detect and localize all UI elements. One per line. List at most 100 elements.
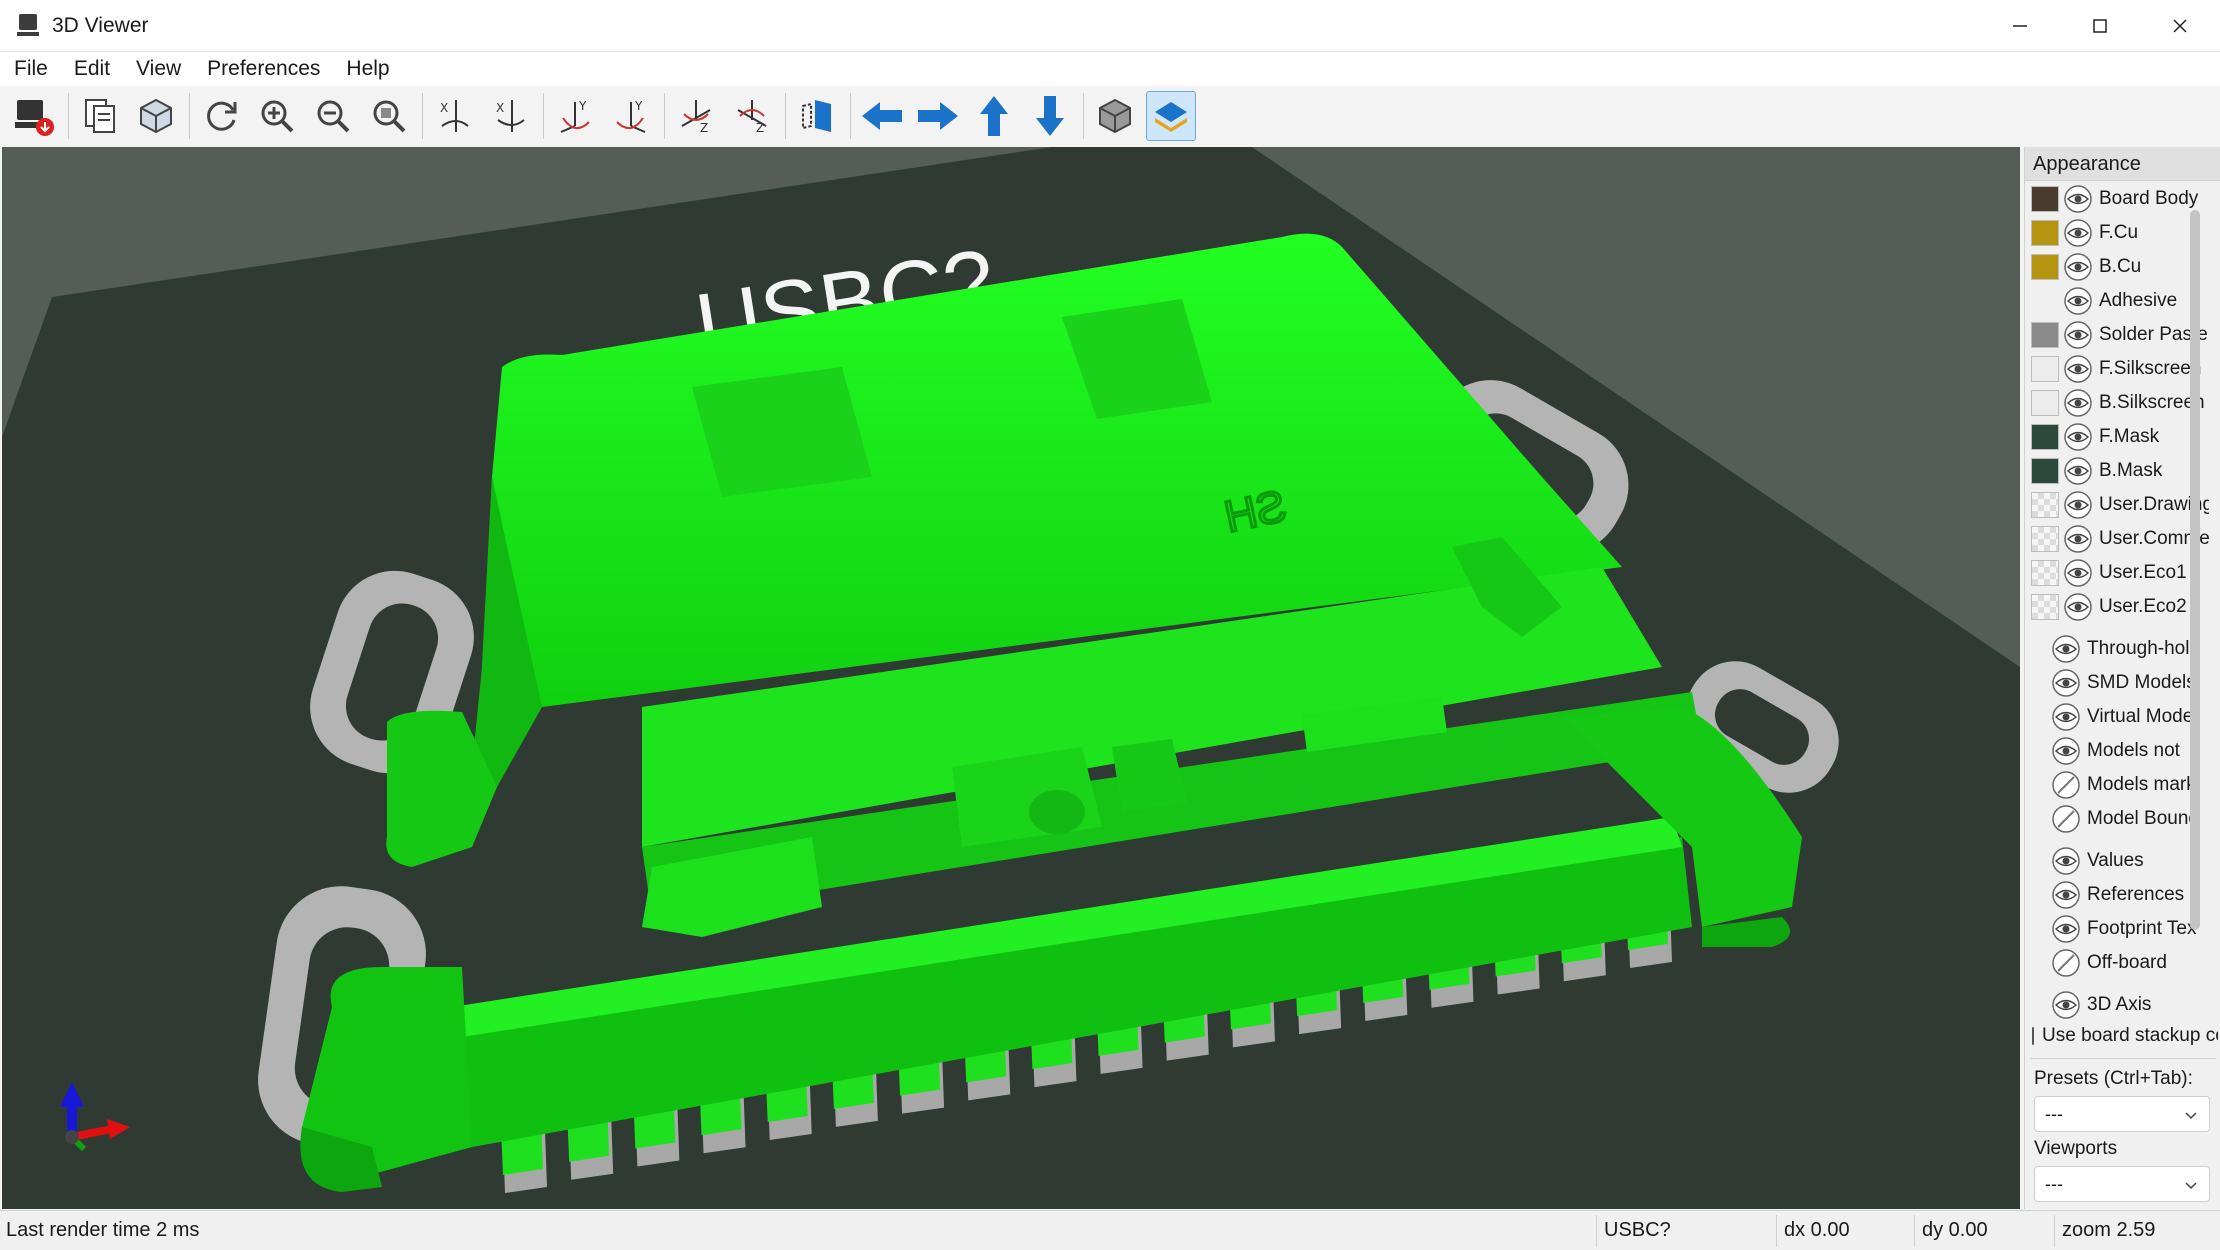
eye-icon[interactable] [2063,592,2093,622]
eye-icon[interactable] [2063,490,2093,520]
move-down-button[interactable] [1025,91,1075,141]
eye-icon[interactable] [2063,320,2093,350]
menu-file[interactable]: File [14,57,48,81]
eye-icon[interactable] [2063,558,2093,588]
layer-row[interactable]: Virtual Models [2051,701,2213,733]
layer-color-swatch[interactable] [2031,254,2059,280]
layer-row[interactable]: Through-hole [2051,633,2213,665]
layer-row[interactable]: F.Mask [2031,421,2213,453]
layer-color-swatch[interactable] [2031,526,2059,552]
layer-row[interactable]: Adhesive [2031,285,2213,317]
layer-row[interactable]: References [2051,879,2213,911]
menu-edit[interactable]: Edit [74,57,110,81]
layer-row[interactable]: Models not [2051,735,2213,767]
layer-color-swatch[interactable] [2031,186,2059,212]
eye-icon[interactable] [2051,668,2081,698]
layer-color-swatch[interactable] [2031,220,2059,246]
menu-help[interactable]: Help [346,57,389,81]
layer-row[interactable]: 3D Axis [2051,989,2213,1021]
orthographic-button[interactable] [1090,91,1140,141]
layer-color-swatch[interactable] [2031,288,2059,314]
layer-row[interactable]: F.Cu [2031,217,2213,249]
presets-select[interactable]: --- [2034,1096,2210,1132]
eye-icon[interactable] [2063,456,2093,486]
copy-image-button[interactable] [75,91,125,141]
layer-row[interactable]: B.Cu [2031,251,2213,283]
flip-board-button[interactable] [792,91,842,141]
eye-icon[interactable] [2051,990,2081,1020]
rotate-y-ccw-button[interactable]: Y [606,91,656,141]
eye-icon[interactable] [2063,286,2093,316]
eye-icon[interactable] [2063,422,2093,452]
eye-icon[interactable] [2051,914,2081,944]
eye-icon[interactable] [2063,388,2093,418]
layer-row[interactable]: B.Mask [2031,455,2213,487]
move-right-button[interactable] [913,91,963,141]
menu-view[interactable]: View [136,57,181,81]
layer-row[interactable]: Model Bounding [2051,803,2213,835]
layer-label: Model Bounding [2087,808,2197,829]
rotate-x-ccw-button[interactable]: X [485,91,535,141]
layer-row[interactable]: User.Eco1 [2031,557,2213,589]
status-bar: Last render time 2 ms USBC? dx 0.00 dy 0… [0,1210,2220,1250]
rotate-x-cw-button[interactable]: X [429,91,479,141]
layer-row[interactable]: Models marked [2051,769,2213,801]
layer-row[interactable]: User.Drawings [2031,489,2213,521]
layer-color-swatch[interactable] [2031,356,2059,382]
layer-color-swatch[interactable] [2031,594,2059,620]
reload-button[interactable] [196,91,246,141]
layer-row[interactable]: User.Comments [2031,523,2213,555]
layer-color-swatch[interactable] [2031,322,2059,348]
close-button[interactable] [2140,0,2220,52]
rotate-z-cw-button[interactable]: Z [671,91,721,141]
layer-row[interactable]: User.Eco2 [2031,591,2213,623]
render-options-button[interactable] [131,91,181,141]
eye-icon[interactable] [2063,184,2093,214]
eye-icon[interactable] [2063,218,2093,248]
eye-icon[interactable] [2063,354,2093,384]
layer-row[interactable]: SMD Models [2051,667,2213,699]
eye-icon[interactable] [2051,846,2081,876]
layer-row[interactable]: Board Body [2031,183,2213,215]
menu-preferences[interactable]: Preferences [207,57,320,81]
minimize-button[interactable] [1980,0,2060,52]
eye-icon[interactable] [2051,880,2081,910]
zoom-fit-button[interactable] [364,91,414,141]
layer-row[interactable]: F.Silkscreen [2031,353,2213,385]
layers-manager-button[interactable] [1146,91,1196,141]
eye-icon[interactable] [2051,702,2081,732]
layer-color-swatch[interactable] [2031,458,2059,484]
eye-icon[interactable] [2051,736,2081,766]
render-export-button[interactable] [10,91,60,141]
layer-color-swatch[interactable] [2031,390,2059,416]
layer-color-swatch[interactable] [2031,560,2059,586]
layer-label: SMD Models [2087,672,2196,693]
zoom-out-button[interactable] [308,91,358,141]
rotate-y-cw-button[interactable]: Y [550,91,600,141]
rotate-z-ccw-button[interactable]: Z [727,91,777,141]
reload-icon [207,101,237,131]
eye-icon[interactable] [2051,634,2081,664]
move-left-button[interactable] [857,91,907,141]
appearance-scrollbar[interactable] [2190,210,2200,930]
maximize-button[interactable] [2060,0,2140,52]
use-board-stackup-checkbox[interactable] [2032,1027,2034,1045]
3d-viewport[interactable]: USBC? SH [2,147,2020,1209]
layer-color-swatch[interactable] [2031,492,2059,518]
layer-row[interactable]: Footprint Text [2051,913,2213,945]
layer-row[interactable]: Off-board [2051,947,2213,979]
eye-off-icon[interactable] [2051,804,2081,834]
use-board-stackup-option[interactable]: Use board stackup colors [2032,1025,2218,1047]
eye-off-icon[interactable] [2051,948,2081,978]
eye-icon[interactable] [2063,252,2093,282]
eye-icon[interactable] [2063,524,2093,554]
app-icon [17,13,39,36]
layer-row[interactable]: Solder Paste [2031,319,2213,351]
viewports-select[interactable]: --- [2034,1166,2210,1202]
zoom-in-button[interactable] [252,91,302,141]
eye-off-icon[interactable] [2051,770,2081,800]
layer-row[interactable]: B.Silkscreen [2031,387,2213,419]
layer-row[interactable]: Values [2051,845,2213,877]
move-up-button[interactable] [969,91,1019,141]
layer-color-swatch[interactable] [2031,424,2059,450]
